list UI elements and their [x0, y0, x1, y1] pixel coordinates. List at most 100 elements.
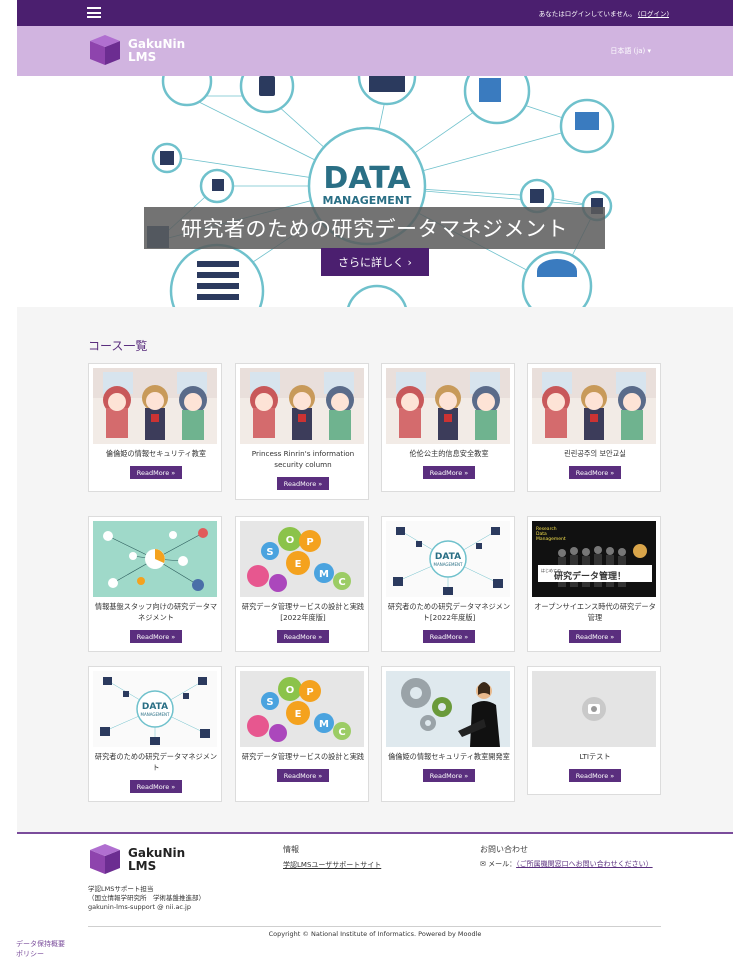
- readmore-button[interactable]: ReadMore »: [423, 630, 475, 643]
- contact-line2: （国立情報学研究所 学術基盤推進部）: [88, 894, 205, 902]
- readmore-button[interactable]: ReadMore »: [277, 769, 329, 782]
- contact-line1: 学認LMSサポート担当: [88, 885, 154, 893]
- course-card[interactable]: DATA MANAGEMENT 研究者のための研究データマネジメント ReadMor…: [88, 666, 222, 802]
- course-card[interactable]: Princess Rinrin's information security c…: [235, 363, 369, 500]
- site-logo[interactable]: GakuNin LMS: [88, 35, 185, 67]
- support-site-link[interactable]: 学認LMSユーザサポートサイト: [283, 860, 381, 870]
- hero-carousel: DATA MANAGEMENT 研究者のための研究データマネジメント さらに詳し…: [17, 76, 733, 307]
- login-status: あなたはログインしていません。 (ログイン): [539, 8, 669, 18]
- svg-text:DATA: DATA: [142, 702, 168, 712]
- readmore-button[interactable]: ReadMore »: [569, 769, 621, 782]
- course-title[interactable]: 研究者のための研究データマネジメント[2022年度版]: [386, 601, 512, 623]
- svg-text:M: M: [319, 719, 329, 730]
- course-thumbnail[interactable]: [532, 368, 656, 444]
- svg-text:O: O: [286, 685, 295, 696]
- svg-text:S: S: [266, 697, 273, 708]
- course-title[interactable]: LTIテスト: [532, 751, 658, 762]
- course-title[interactable]: 情報基盤スタッフ向けの研究データマネジメント: [93, 601, 219, 623]
- course-thumbnail[interactable]: DATA MANAGEMENT: [93, 671, 217, 747]
- svg-text:S: S: [266, 547, 273, 558]
- course-card[interactable]: 倫倫姫の情報セキュリティ教室開発室 ReadMore »: [381, 666, 515, 802]
- course-title[interactable]: 研究者のための研究データマネジメント: [93, 751, 219, 773]
- course-title[interactable]: 倫倫姫の情報セキュリティ教室: [93, 448, 219, 459]
- svg-text:MANAGEMENT: MANAGEMENT: [434, 562, 463, 567]
- svg-text:研究データ管理！: 研究データ管理！: [554, 570, 626, 582]
- footer-divider: [88, 926, 661, 927]
- menu-icon[interactable]: [87, 7, 101, 18]
- svg-text:M: M: [319, 569, 329, 580]
- svg-text:P: P: [306, 687, 313, 698]
- inquiry-heading: お問い合わせ: [480, 845, 528, 854]
- course-thumbnail[interactable]: Research Data Management はじめての 研究データ管理！: [532, 521, 656, 597]
- course-thumbnail[interactable]: [240, 368, 364, 444]
- course-card[interactable]: DATA MANAGEMENT 研究者のための研究データマネジメント[2022年度…: [381, 516, 515, 652]
- course-card[interactable]: Research Data Management はじめての 研究データ管理！ オ…: [527, 516, 661, 652]
- course-card[interactable]: 倫倫姫の情報セキュリティ教室 ReadMore »: [88, 363, 222, 492]
- course-list-section: コース一覧 倫倫姫の情報セキュリティ教室 ReadMore » Princess …: [17, 307, 733, 832]
- course-title[interactable]: Princess Rinrin's information security c…: [240, 448, 366, 470]
- mail-contact: ✉ メール：（ご所属機関窓口へお問い合わせください）: [480, 859, 653, 869]
- learn-more-button[interactable]: さらに詳しく ›: [321, 248, 429, 276]
- course-thumbnail[interactable]: [93, 368, 217, 444]
- readmore-button[interactable]: ReadMore »: [130, 466, 182, 479]
- hero-caption: 研究者のための研究データマネジメント: [144, 207, 605, 249]
- footer-logo: GakuNin LMS: [88, 844, 185, 876]
- policy-link[interactable]: ポリシー: [16, 949, 44, 957]
- course-title[interactable]: 린린공주의 보안교실: [532, 448, 658, 459]
- mail-label: ✉ メール：: [480, 860, 517, 868]
- svg-text:C: C: [338, 727, 345, 738]
- course-thumbnail[interactable]: [386, 671, 510, 747]
- contact-line3: gakunin-lms-support @ nii.ac.jp: [88, 903, 191, 911]
- readmore-button[interactable]: ReadMore »: [569, 466, 621, 479]
- course-title[interactable]: 研究データ管理サービスの設計と実践: [240, 751, 366, 762]
- readmore-button[interactable]: ReadMore »: [277, 477, 329, 490]
- readmore-button[interactable]: ReadMore »: [569, 630, 621, 643]
- svg-text:Management: Management: [536, 536, 566, 542]
- svg-text:P: P: [306, 537, 313, 548]
- course-thumbnail[interactable]: DATA MANAGEMENT: [386, 521, 510, 597]
- course-list-heading: コース一覧: [88, 339, 148, 353]
- logo-line2: LMS: [128, 50, 157, 64]
- gakunin-logo-icon: [90, 35, 120, 65]
- course-title[interactable]: 倫倫姫の情報セキュリティ教室開発室: [386, 751, 512, 762]
- course-thumbnail[interactable]: [93, 521, 217, 597]
- svg-text:O: O: [286, 535, 295, 546]
- readmore-button[interactable]: ReadMore »: [277, 630, 329, 643]
- hero-image-data-text: DATA: [323, 161, 411, 196]
- course-thumbnail[interactable]: OPE S MC: [240, 671, 364, 747]
- course-thumbnail[interactable]: OPE S MC: [240, 521, 364, 597]
- footer-contact: 学認LMSサポート担当 （国立情報学研究所 学術基盤推進部） gakunin-l…: [88, 885, 205, 912]
- mail-link[interactable]: （ご所属機関窓口へお問い合わせください）: [516, 860, 653, 868]
- course-card[interactable]: 伦伦公主的信息安全教室 ReadMore »: [381, 363, 515, 492]
- gakunin-logo-icon: [90, 844, 120, 874]
- course-card[interactable]: OPE S M C 研究データ管理サービスの設計と実践 ReadMore »: [235, 666, 369, 802]
- svg-text:C: C: [338, 577, 345, 588]
- info-heading: 情報: [283, 845, 299, 854]
- footer-logo-line2: LMS: [128, 859, 157, 873]
- svg-text:DATA: DATA: [435, 552, 461, 562]
- course-thumbnail[interactable]: [386, 368, 510, 444]
- course-title[interactable]: 研究データ管理サービスの設計と実践[2022年度版]: [240, 601, 366, 623]
- hero-image-management-text: MANAGEMENT: [323, 194, 412, 207]
- readmore-button[interactable]: ReadMore »: [130, 780, 182, 793]
- language-selector[interactable]: 日本語 (ja) ▾: [610, 46, 651, 56]
- svg-text:E: E: [295, 559, 302, 570]
- data-retention-link[interactable]: データ保持概要: [16, 939, 65, 949]
- course-thumbnail[interactable]: [532, 671, 656, 747]
- site-footer: GakuNin LMS 学認LMSサポート担当 （国立情報学研究所 学術基盤推進…: [17, 832, 733, 957]
- course-card[interactable]: 情報基盤スタッフ向けの研究データマネジメント ReadMore »: [88, 516, 222, 652]
- svg-text:MANAGEMENT: MANAGEMENT: [141, 712, 170, 717]
- course-card[interactable]: 린린공주의 보안교실 ReadMore »: [527, 363, 661, 492]
- course-title[interactable]: 伦伦公主的信息安全教室: [386, 448, 512, 459]
- readmore-button[interactable]: ReadMore »: [130, 630, 182, 643]
- svg-text:E: E: [295, 709, 302, 720]
- readmore-button[interactable]: ReadMore »: [423, 466, 475, 479]
- readmore-button[interactable]: ReadMore »: [423, 769, 475, 782]
- copyright: Copyright © National Institute of Inform…: [268, 930, 482, 938]
- brand-header: GakuNin LMS 日本語 (ja) ▾: [17, 26, 733, 76]
- login-link[interactable]: (ログイン): [638, 10, 669, 18]
- course-card[interactable]: LTIテスト ReadMore »: [527, 666, 661, 795]
- course-card[interactable]: OPE S M C 研究データ管理サービスの設計と実践[2022年度版] ReadMor…: [235, 516, 369, 652]
- top-navbar: あなたはログインしていません。 (ログイン): [17, 0, 733, 26]
- course-title[interactable]: オープンサイエンス時代の研究データ管理: [532, 601, 658, 623]
